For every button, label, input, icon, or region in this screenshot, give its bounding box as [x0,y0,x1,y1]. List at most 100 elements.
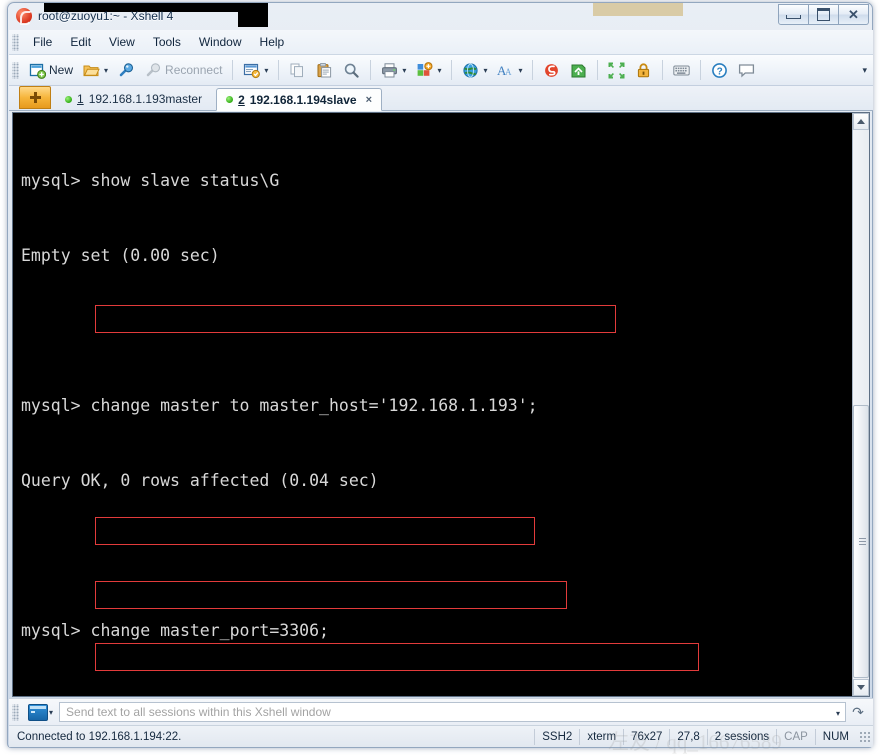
tab-number: 1 [77,92,84,106]
new-session-button[interactable]: New [25,57,77,83]
xshell-window: root@zuoyu1:~ - Xshell 4 ✕ File Edit Vie… [7,2,873,754]
terminal-screen[interactable]: mysql> show slave status\G Empty set (0.… [13,113,854,696]
status-bar: Connected to 192.168.1.194:22. SSH2 xter… [9,725,873,747]
encoding-button[interactable]: ▾ [458,57,491,83]
new-tab-button[interactable] [19,86,51,109]
send-history-caret[interactable]: ▾ [836,709,840,718]
layout-button[interactable]: ▾ [412,57,445,83]
globe-icon [462,62,479,79]
font-size-button[interactable]: A A ▾ [493,57,526,83]
print-button[interactable]: ▾ [377,57,410,83]
open-session-button[interactable]: ▾ [79,57,112,83]
paste-button[interactable] [312,57,337,83]
menu-bar: File Edit View Tools Window Help [9,30,873,55]
maximize-button[interactable] [809,4,839,25]
connect-button[interactable] [114,57,139,83]
help-icon: ? [711,62,728,79]
chevron-down-icon [857,685,865,690]
titlebar-artifact-mid [238,3,268,27]
find-button[interactable] [339,57,364,83]
sendbar-grip[interactable] [12,703,19,721]
print-caret: ▾ [402,65,407,75]
status-num-lock: NUM [814,728,856,745]
title-left-group: root@zuoyu1:~ - Xshell 4 [16,6,173,26]
toolbar-separator-1 [232,60,234,80]
layout-caret: ▾ [437,65,442,75]
keyboard-icon [673,62,691,79]
terminal-line: mysql> show slave status\G [21,171,280,190]
send-text-field[interactable]: ▾ [59,702,846,722]
menubar-grip[interactable] [12,33,19,51]
menu-tools[interactable]: Tools [144,32,190,52]
chat-button[interactable] [734,57,759,83]
keyboard-button[interactable] [669,57,694,83]
terminal-line: ERROR 1064 (42000): You have an error in… [21,693,776,696]
terminal-panel: mysql> show slave status\G Empty set (0.… [12,112,870,697]
session-manager-button[interactable]: ▾ [239,57,272,83]
lock-button[interactable] [631,57,656,83]
terminal-scrollbar[interactable] [852,113,869,696]
reconnect-button[interactable]: Reconnect [141,57,226,83]
terminal-line: mysql> change master_port=3306; [21,621,329,640]
xshell-button[interactable] [539,57,564,83]
xshell-icon [543,62,560,79]
svg-text:A: A [505,67,512,77]
xftp-button[interactable] [566,57,591,83]
send-text-input[interactable] [60,703,845,721]
tab-close-icon[interactable]: × [366,94,372,106]
menu-edit[interactable]: Edit [61,32,100,52]
tab-bar: 1 192.168.1.193master 2 192.168.1.194sla… [9,86,873,111]
session-manager-icon [243,62,261,79]
help-button[interactable]: ? [707,57,732,83]
toolbar: New ▾ Reconnect ▾ ▾ ▾ ▾ A A ▾ ? ▾ [9,55,873,86]
print-icon [381,62,398,79]
tab-192-168-1-194slave[interactable]: 2 192.168.1.194slave × [216,88,383,111]
terminal-line: mysql> change master to master_host='192… [21,396,538,415]
open-folder-icon [83,62,100,79]
tab-label: 192.168.1.193master [88,92,203,106]
copy-button[interactable] [285,57,310,83]
chevron-up-icon [857,119,865,124]
toolbar-separator-5 [532,60,534,80]
connect-plug-icon [118,62,135,79]
close-button[interactable]: ✕ [839,4,869,25]
resize-grip[interactable] [859,730,871,743]
toolbar-overflow-caret[interactable]: ▾ [862,65,867,76]
tab-label: 192.168.1.194slave [249,92,357,107]
minimize-button[interactable] [778,4,809,25]
reconnect-plug-icon [145,62,162,79]
tab-status-dot [65,95,72,103]
terminal-line: Empty set (0.00 sec) [21,246,220,265]
window-controls: ✕ [778,4,869,25]
send-target-caret[interactable]: ▾ [49,708,53,717]
minimize-icon [786,15,801,19]
send-arrow-icon[interactable]: ↷ [848,702,868,722]
fullscreen-button[interactable] [604,57,629,83]
scroll-down-button[interactable] [853,679,869,696]
scrollbar-thumb[interactable] [853,405,869,678]
xshell-logo-icon [16,8,32,25]
menu-window[interactable]: Window [190,32,251,52]
toolbar-grip[interactable] [12,61,19,79]
titlebar-artifact-right [593,3,683,16]
status-protocol: SSH2 [534,728,579,745]
send-to-sessions-icon[interactable] [28,703,48,721]
color-layout-icon [416,61,433,79]
copy-icon [289,62,306,79]
toolbar-separator-4 [451,60,453,80]
menu-file[interactable]: File [24,32,61,52]
scroll-up-button[interactable] [853,113,869,130]
tab-status-dot [226,96,234,103]
xftp-icon [570,62,587,79]
title-bar: root@zuoyu1:~ - Xshell 4 ✕ [8,3,872,30]
tab-192-168-1-193master[interactable]: 1 192.168.1.193master [55,88,212,110]
toolbar-separator-2 [278,60,280,80]
status-size: 76x27 [623,728,669,745]
terminal-text: mysql> show slave status\G Empty set (0.… [21,118,776,696]
fullscreen-icon [608,62,625,79]
menu-help[interactable]: Help [251,32,294,52]
menu-view[interactable]: View [100,32,144,52]
new-session-icon [29,62,46,79]
